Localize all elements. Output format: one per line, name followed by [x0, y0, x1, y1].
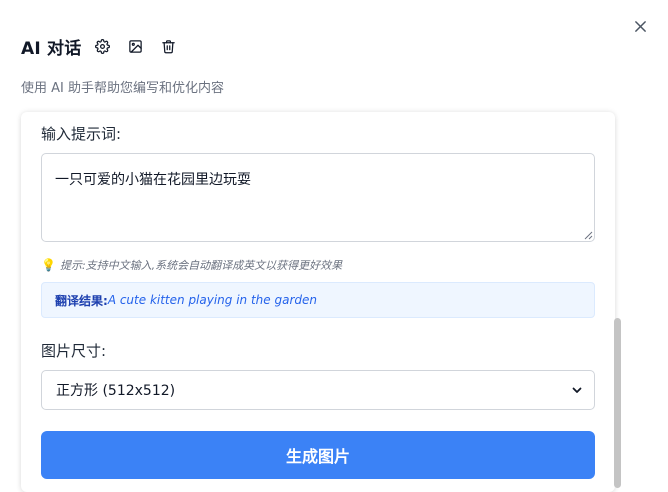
prompt-label: 输入提示词:: [41, 125, 122, 143]
gear-icon: [94, 38, 110, 54]
close-icon: [634, 20, 646, 32]
prompt-input[interactable]: [41, 153, 595, 242]
translation-value: A cute kitten playing in the garden: [107, 293, 317, 307]
dialog-header: AI 对话: [21, 33, 180, 59]
resize-handle-icon[interactable]: [584, 231, 593, 240]
image-generation-panel: 输入提示词: 💡 提示:支持中文输入,系统会自动翻译成英文以获得更好效果 翻译结…: [21, 112, 615, 492]
size-label: 图片尺寸:: [41, 342, 107, 360]
settings-button[interactable]: [90, 34, 114, 58]
ai-chat-dialog: AI 对话 使用 AI 助手帮助您编写和优化内容 输入提示词: 一只可爱的小猫在…: [0, 0, 668, 492]
scrollbar-thumb[interactable]: [614, 318, 621, 488]
lightbulb-icon: 💡: [41, 258, 56, 272]
translation-result: 翻译结果: A cute kitten playing in the garde…: [41, 282, 595, 318]
dialog-subtitle: 使用 AI 助手帮助您编写和优化内容: [21, 81, 224, 96]
image-button[interactable]: [123, 34, 147, 58]
chevron-down-icon: [572, 387, 582, 393]
prompt-hint: 💡 提示:支持中文输入,系统会自动翻译成英文以获得更好效果: [41, 257, 342, 273]
image-icon: [129, 39, 142, 53]
dialog-title: AI 对话: [21, 38, 82, 59]
delete-button[interactable]: [156, 34, 180, 58]
close-button[interactable]: [630, 16, 650, 36]
trash-icon: [162, 39, 175, 53]
size-select[interactable]: 正方形 (512x512): [41, 370, 595, 410]
translation-label: 翻译结果:: [55, 293, 108, 308]
size-selected-value: 正方形 (512x512): [56, 383, 176, 399]
hint-text: 提示:支持中文输入,系统会自动翻译成英文以获得更好效果: [59, 259, 343, 272]
generate-image-button[interactable]: 生成图片: [41, 431, 595, 479]
